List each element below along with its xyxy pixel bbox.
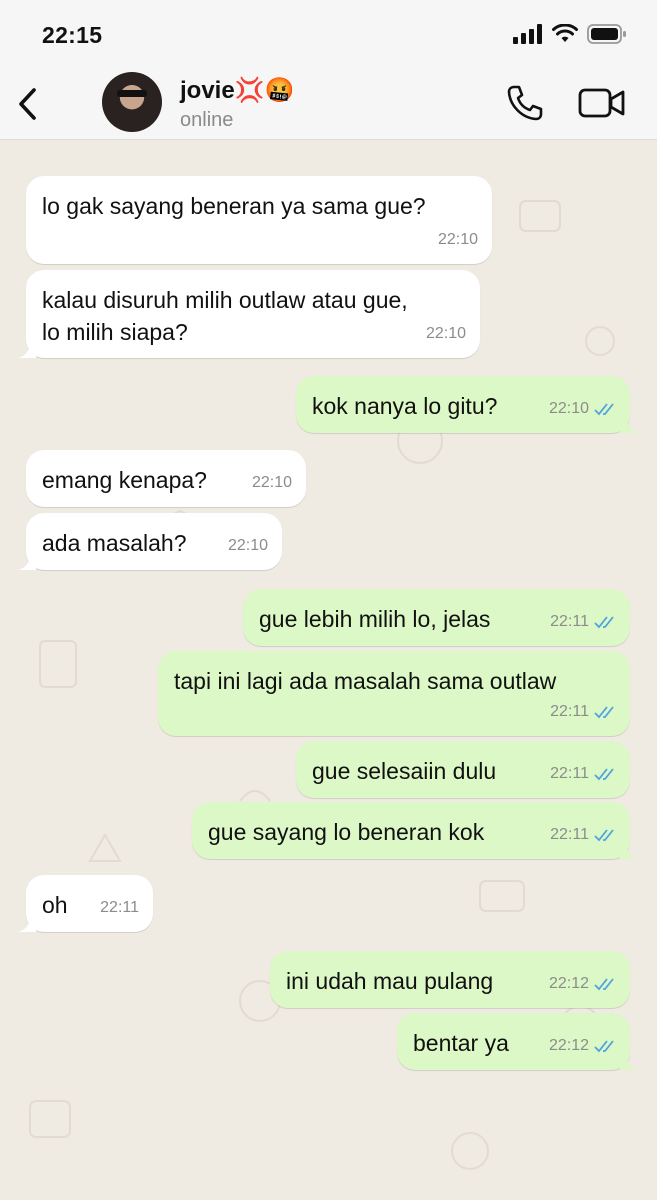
- message-text: gue lebih milih lo, jelas: [259, 606, 491, 632]
- back-button[interactable]: [12, 82, 46, 126]
- message-meta: 22:10: [549, 393, 616, 425]
- message-time: 22:10: [548, 400, 589, 417]
- bubble-tail: [620, 843, 638, 859]
- message-text: ini udah mau pulang: [286, 968, 494, 994]
- message-meta: 22:12: [549, 968, 616, 1000]
- message-time: 22:10: [425, 325, 466, 342]
- double-check-icon: [594, 1040, 614, 1053]
- message-time: 22:10: [227, 537, 268, 554]
- bubble-tail: [18, 342, 36, 358]
- message-meta: 22:11: [550, 606, 616, 638]
- contact-avatar[interactable]: [102, 72, 162, 132]
- message-meta: 22:10: [438, 224, 478, 256]
- message-meta: 22:12: [549, 1030, 616, 1062]
- message-text: oh: [42, 892, 68, 918]
- double-check-icon: [594, 978, 614, 991]
- contact-name[interactable]: jovie💢🤬: [180, 76, 294, 105]
- message-time: 22:10: [437, 231, 478, 248]
- battery-icon: [587, 24, 626, 44]
- bubble-tail: [620, 417, 638, 433]
- message-meta: 22:10: [228, 530, 268, 562]
- bubble-tail: [18, 916, 36, 932]
- double-check-icon: [594, 829, 614, 842]
- message-bubble-outgoing[interactable]: tapi ini lagi ada masalah sama outlaw 22…: [158, 651, 630, 736]
- message-text: gue selesaiin dulu: [312, 758, 497, 784]
- chat-header: jovie💢🤬 online: [0, 68, 657, 140]
- message-bubble-incoming[interactable]: lo gak sayang beneran ya sama gue? 22:10: [26, 176, 492, 264]
- message-bubble-incoming[interactable]: emang kenapa? 22:10: [26, 450, 306, 507]
- message-meta: 22:11: [550, 819, 616, 851]
- double-check-icon: [594, 616, 614, 629]
- message-meta: 22:11: [550, 758, 616, 790]
- message-bubble-outgoing[interactable]: bentar ya 22:12: [397, 1013, 638, 1070]
- message-meta: 22:10: [426, 318, 466, 350]
- message-time: 22:12: [548, 975, 589, 992]
- message-text: kok nanya lo gitu?: [312, 393, 498, 419]
- message-time: 22:12: [548, 1037, 589, 1054]
- bubble-tail: [18, 554, 36, 570]
- message-bubble-outgoing[interactable]: gue selesaiin dulu 22:11: [296, 741, 630, 798]
- double-check-icon: [594, 706, 614, 719]
- message-text: bentar ya: [413, 1030, 509, 1056]
- message-bubble-incoming[interactable]: kalau disuruh milih outlaw atau gue, lo …: [18, 270, 480, 358]
- message-bubble-outgoing[interactable]: kok nanya lo gitu? 22:10: [296, 376, 638, 433]
- double-check-icon: [594, 768, 614, 781]
- phone-icon: [507, 85, 543, 121]
- message-text: emang kenapa?: [42, 467, 207, 493]
- message-text: lo gak sayang beneran ya sama gue?: [42, 193, 426, 219]
- message-bubble-incoming[interactable]: ada masalah? 22:10: [18, 513, 282, 570]
- status-bar: 22:15: [0, 0, 657, 68]
- back-chevron-icon: [19, 88, 36, 120]
- message-time: 22:11: [550, 703, 589, 720]
- video-call-button[interactable]: [578, 86, 626, 120]
- message-bubble-incoming[interactable]: oh 22:11: [18, 875, 153, 932]
- message-time: 22:11: [550, 613, 589, 630]
- message-time: 22:11: [550, 765, 589, 782]
- double-check-icon: [594, 403, 614, 416]
- status-icons: [513, 24, 627, 44]
- message-time: 22:10: [251, 474, 292, 491]
- voice-call-button[interactable]: [504, 82, 546, 124]
- message-meta: 22:11: [100, 892, 139, 924]
- message-meta: 22:10: [252, 467, 292, 499]
- message-bubble-outgoing[interactable]: ini udah mau pulang 22:12: [270, 951, 630, 1008]
- message-text: tapi ini lagi ada masalah sama outlaw: [174, 668, 557, 694]
- message-time: 22:11: [100, 899, 139, 916]
- wifi-icon: [552, 24, 578, 42]
- message-text: ada masalah?: [42, 530, 187, 556]
- message-meta: 22:11: [550, 696, 616, 728]
- video-camera-icon: [578, 88, 625, 118]
- status-time: 22:15: [42, 22, 103, 48]
- message-text: kalau disuruh milih outlaw atau gue, lo …: [42, 287, 408, 345]
- bubble-tail: [620, 1054, 638, 1070]
- contact-status: online: [180, 109, 234, 131]
- message-time: 22:11: [550, 826, 589, 843]
- chat-area[interactable]: lo gak sayang beneran ya sama gue? 22:10…: [0, 141, 657, 1200]
- message-bubble-outgoing[interactable]: gue sayang lo beneran kok 22:11: [192, 802, 638, 859]
- message-text: gue sayang lo beneran kok: [208, 819, 485, 845]
- message-bubble-outgoing[interactable]: gue lebih milih lo, jelas 22:11: [243, 589, 630, 646]
- signal-icon: [513, 24, 542, 44]
